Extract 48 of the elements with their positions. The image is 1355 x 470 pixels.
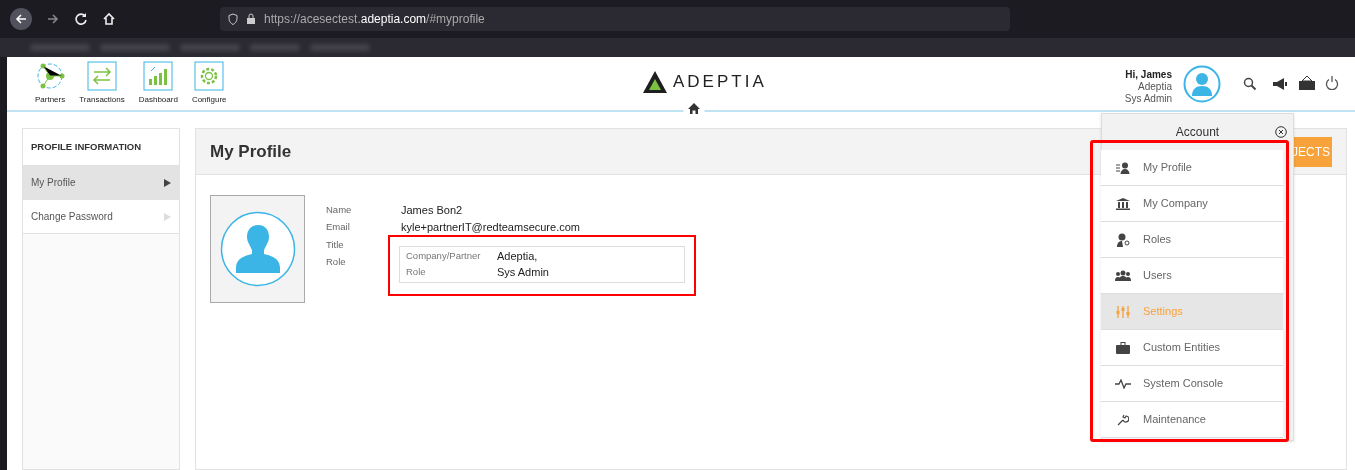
nav-link[interactable]: Partners [35, 94, 66, 106]
logo-icon [643, 70, 667, 93]
megaphone-icon[interactable] [1272, 77, 1288, 91]
home-icon[interactable] [102, 12, 116, 26]
pulse-icon [1115, 378, 1131, 389]
shield-icon [228, 13, 238, 25]
field-label: Name [326, 202, 353, 217]
sidebar-item[interactable]: My Profile [23, 166, 179, 200]
field-value: Sys Admin [497, 265, 549, 281]
field-label: Role [326, 255, 347, 270]
back-button[interactable] [10, 8, 32, 30]
nav-link[interactable]: Dashboard [138, 94, 178, 106]
forward-icon[interactable] [46, 12, 60, 26]
briefcase-icon [1115, 341, 1131, 354]
network-icon[interactable] [35, 61, 66, 91]
greeting-text: Hi, James [1125, 69, 1172, 81]
field-label: Email [326, 220, 351, 235]
field-label: Title [326, 237, 345, 252]
field-value: James Bon2 [401, 202, 463, 218]
profile-icon [1115, 161, 1131, 174]
reload-icon[interactable] [74, 12, 88, 26]
home-icon [688, 102, 700, 114]
field-value: Adeptia, [497, 249, 538, 265]
field-label: Role [406, 265, 427, 280]
user-company: Adeptia [1138, 81, 1172, 93]
menu-title: Account [1175, 124, 1220, 141]
field-label: Company/Partner [406, 249, 482, 264]
lock-icon [246, 13, 256, 25]
field-value: kyle+partnerIT@redteamsecure.com [401, 220, 580, 235]
sidebar-item[interactable]: Change Password [23, 200, 179, 234]
url-text: https://acesectest.adeptia.com/#myprofile [264, 11, 485, 28]
sliders-icon [1115, 305, 1131, 318]
avatar-icon [219, 211, 296, 287]
address-bar[interactable]: https://acesectest.adeptia.com/#myprofile [220, 7, 1010, 31]
page-title: My Profile [210, 140, 292, 163]
caret-icon [164, 178, 171, 187]
bank-icon [1115, 197, 1131, 210]
close-icon[interactable] [1275, 126, 1287, 138]
search-icon[interactable] [1243, 77, 1257, 91]
power-icon[interactable] [1325, 76, 1339, 90]
logo-text: ADEPTIA [673, 71, 767, 93]
sidebar-title: PROFILE INFORMATION [23, 129, 179, 166]
back-icon [14, 12, 28, 26]
caret-icon [164, 212, 171, 221]
nav-link[interactable]: Transactions [79, 94, 125, 106]
users-icon [1115, 270, 1131, 281]
user-role: Sys Admin [1124, 93, 1172, 105]
nav-link[interactable]: Configure [191, 94, 227, 106]
